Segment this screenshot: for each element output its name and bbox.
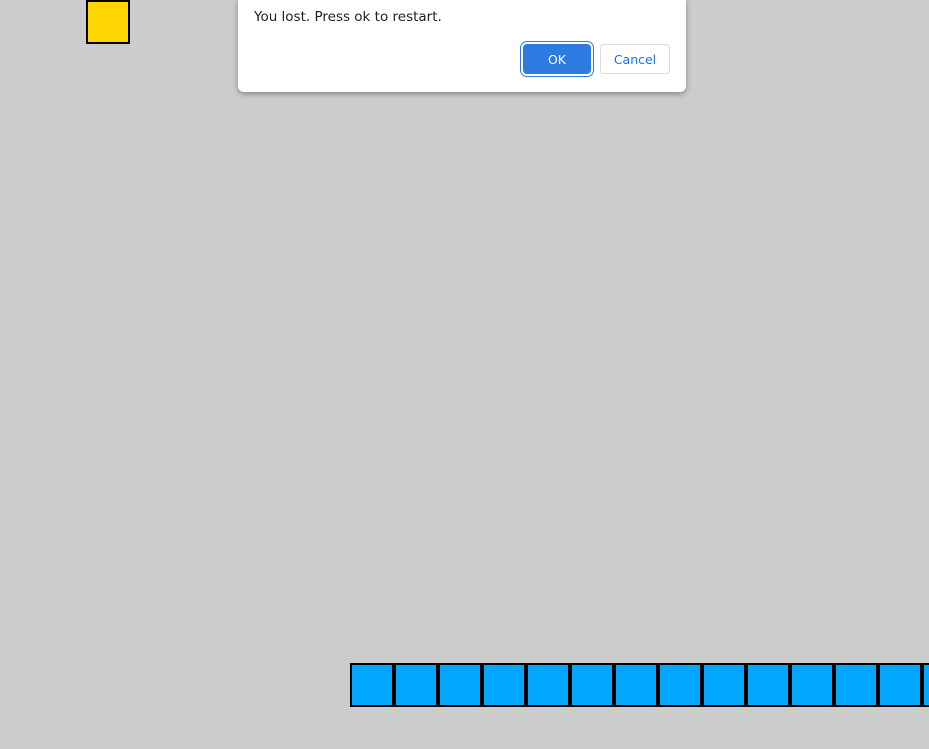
snake-segment <box>790 663 834 707</box>
snake-segment <box>922 663 929 707</box>
snake-segment <box>394 663 438 707</box>
food-square <box>86 0 130 44</box>
cancel-button[interactable]: Cancel <box>600 44 670 74</box>
snake-segment <box>438 663 482 707</box>
dialog-message: You lost. Press ok to restart. <box>254 9 442 25</box>
snake-segment <box>350 663 394 707</box>
snake-segment <box>658 663 702 707</box>
snake-segment <box>702 663 746 707</box>
snake-segment <box>878 663 922 707</box>
ok-button[interactable]: OK <box>523 44 591 74</box>
snake-segment <box>614 663 658 707</box>
alert-dialog: You lost. Press ok to restart. OK Cancel <box>238 0 686 92</box>
game-board <box>0 0 929 749</box>
snake-segment <box>834 663 878 707</box>
snake-body <box>350 663 929 707</box>
snake-segment <box>746 663 790 707</box>
snake-segment <box>570 663 614 707</box>
snake-segment <box>526 663 570 707</box>
snake-segment <box>482 663 526 707</box>
